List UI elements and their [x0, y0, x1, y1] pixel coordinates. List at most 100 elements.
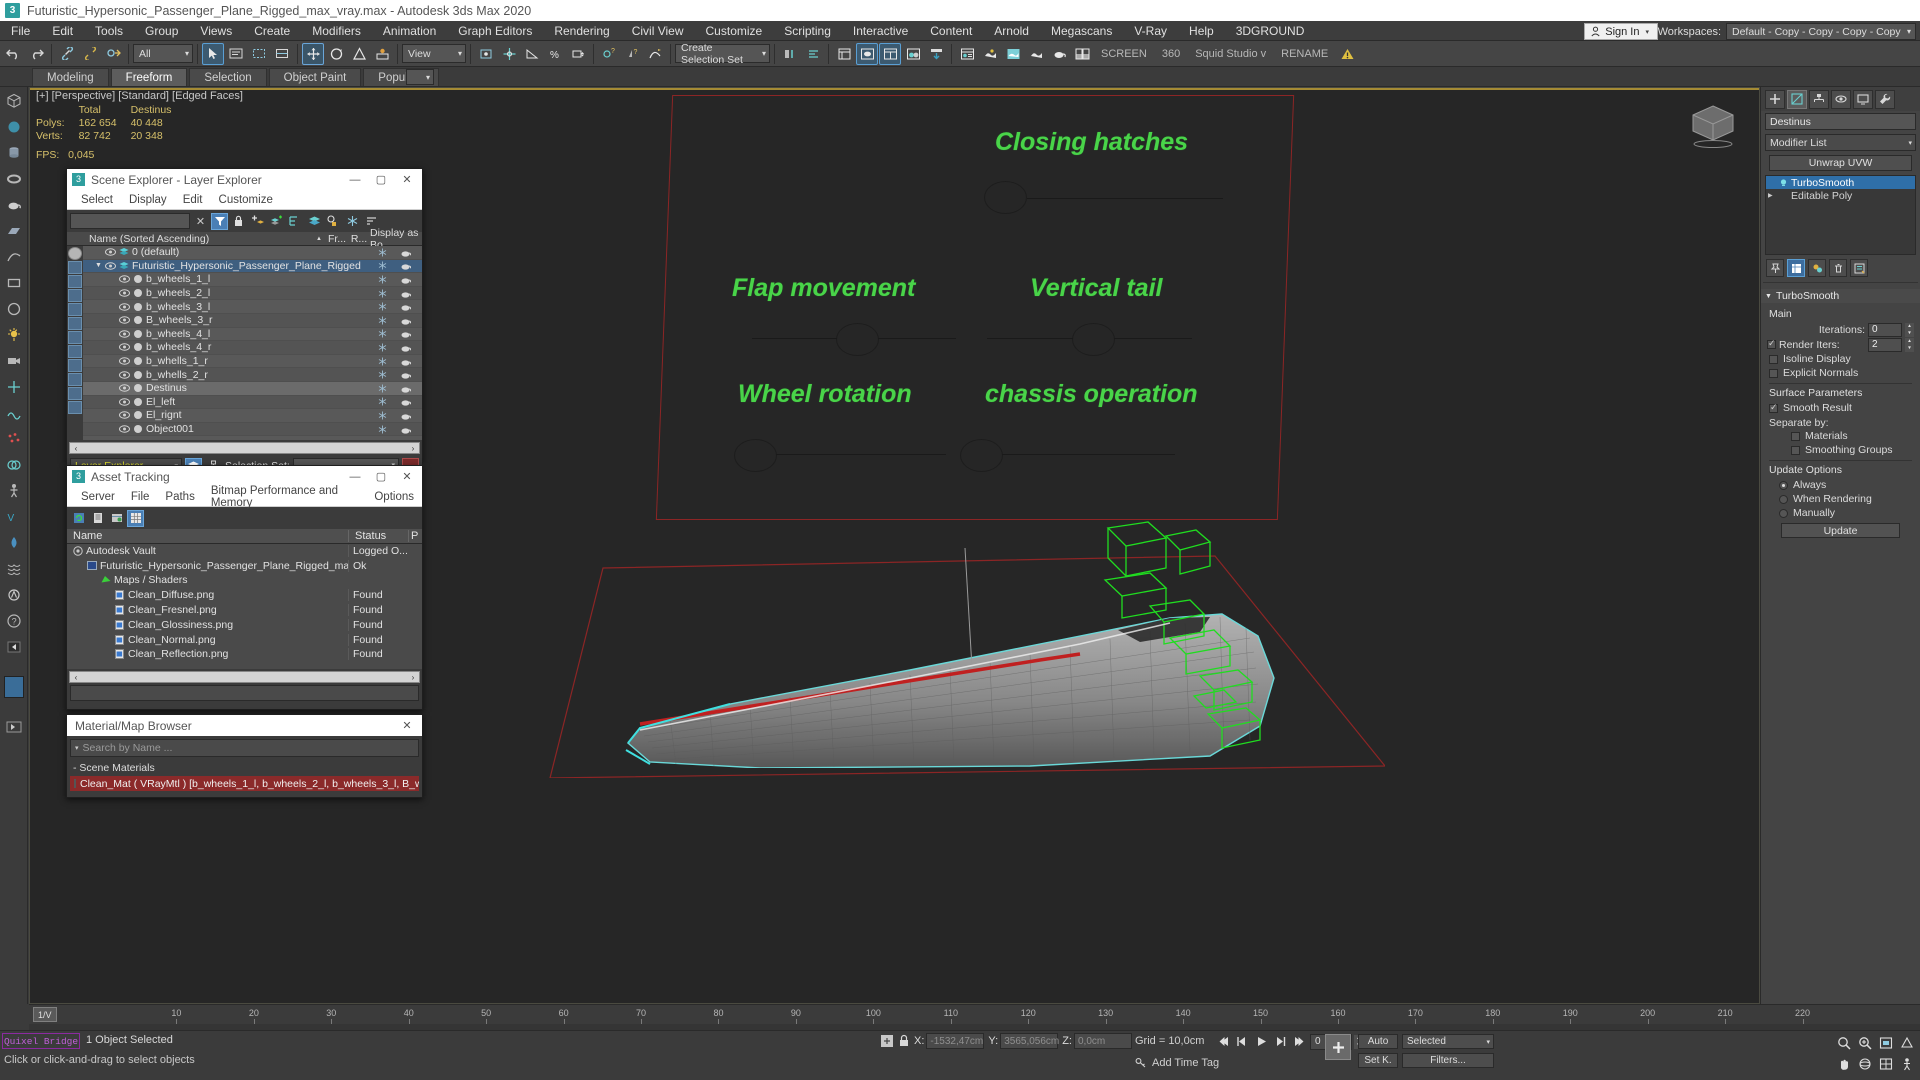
se-menu-edit[interactable]: Edit — [175, 194, 211, 206]
separate-materials-row[interactable]: Materials — [1767, 429, 1914, 443]
scene-explorer-rows[interactable]: 0 (default) ▼ Futuristic_Hypersonic_Passen… — [83, 246, 422, 437]
update-manually-row[interactable]: Manually — [1767, 506, 1914, 520]
menu-item-graph-editors[interactable]: Graph Editors — [447, 21, 543, 41]
create-line-icon[interactable] — [4, 247, 24, 267]
object-icon[interactable] — [132, 289, 143, 298]
list-view-icon[interactable] — [89, 510, 106, 527]
scene-explorer-row[interactable]: b_whells_1_r — [83, 355, 422, 369]
scene-explorer-row[interactable]: Destinus — [83, 381, 422, 396]
annotation-handle-5[interactable] — [960, 439, 1003, 472]
close-icon[interactable]: ✕ — [394, 170, 420, 190]
redo-icon[interactable] — [25, 43, 47, 65]
select-layer-children-icon[interactable] — [287, 213, 304, 230]
create-camera-icon[interactable] — [4, 351, 24, 371]
update-always-row[interactable]: Always — [1767, 478, 1914, 492]
renderable-cell[interactable] — [400, 329, 422, 338]
create-compound-icon[interactable] — [4, 455, 24, 475]
filter-particles-icon[interactable] — [68, 387, 82, 400]
add-selection-to-layer-icon[interactable] — [268, 213, 285, 230]
create-fabric-icon[interactable] — [4, 559, 24, 579]
key-icon[interactable] — [1135, 1057, 1147, 1069]
renderable-cell[interactable] — [400, 248, 422, 257]
minimize-icon[interactable]: — — [342, 170, 368, 190]
make-unique-icon[interactable] — [1808, 259, 1826, 277]
filter-helpers-icon[interactable] — [68, 303, 82, 316]
quixel-bridge-button[interactable]: Quixel Bridge — [2, 1033, 80, 1049]
scene-explorer-icon[interactable] — [856, 42, 878, 65]
set-key-toggle[interactable]: Set K. — [1358, 1053, 1398, 1068]
chevron-down-icon[interactable]: ▾ — [75, 744, 79, 752]
filter-xrefs-icon[interactable] — [68, 345, 82, 358]
update-manually-radio[interactable] — [1779, 508, 1788, 518]
frozen-cell[interactable] — [378, 261, 400, 270]
menu-item-group[interactable]: Group — [134, 21, 189, 41]
show-end-result-icon[interactable] — [1787, 259, 1805, 277]
modifier-stack-item-editable-poly[interactable]: ▶ Editable Poly — [1766, 189, 1915, 202]
renderable-cell[interactable] — [400, 357, 422, 366]
render-iters-row[interactable]: Render Iters: 2 ▴▾ — [1767, 337, 1914, 352]
renderable-cell[interactable] — [400, 411, 422, 420]
menu-item-animation[interactable]: Animation — [372, 21, 447, 41]
asset-tracking-toolbar[interactable] — [67, 507, 422, 529]
menu-item-tools[interactable]: Tools — [84, 21, 134, 41]
filter-geometry-icon[interactable] — [68, 247, 82, 260]
smoothing-groups-checkbox[interactable] — [1791, 445, 1800, 455]
se-menu-select[interactable]: Select — [73, 194, 121, 206]
renderable-cell[interactable] — [400, 384, 422, 393]
menu-item-file[interactable]: File — [0, 21, 41, 41]
render-activeshade-icon[interactable] — [1025, 43, 1047, 65]
visibility-icon[interactable] — [119, 343, 132, 352]
update-button[interactable]: Update — [1781, 523, 1900, 538]
se-menu-customize[interactable]: Customize — [211, 194, 281, 206]
create-helper-icon[interactable] — [4, 377, 24, 397]
frozen-cell[interactable] — [378, 384, 400, 393]
scene-explorer-hscrollbar[interactable]: ‹ › — [69, 442, 420, 454]
play-animation-icon[interactable] — [1253, 1033, 1270, 1050]
viewport-thumbnail[interactable] — [3, 676, 24, 698]
scroll-left-icon[interactable]: ‹ — [70, 444, 82, 453]
freeze-icon[interactable] — [344, 213, 361, 230]
next-frame-icon[interactable] — [1272, 1033, 1289, 1050]
iterations-spinner[interactable]: ▴ ▾ — [1905, 322, 1914, 337]
visibility-icon[interactable] — [119, 398, 132, 406]
visibility-icon[interactable] — [119, 370, 132, 379]
menu-item-rendering[interactable]: Rendering — [543, 21, 620, 41]
lock-icon[interactable] — [230, 213, 247, 230]
visibility-icon[interactable] — [119, 330, 132, 338]
renderable-cell[interactable] — [400, 397, 422, 406]
renderable-cell[interactable] — [400, 343, 422, 352]
asset-tracking-hscrollbar[interactable]: ‹ › — [69, 671, 420, 683]
asset-tracking-row[interactable]: Clean_Glossiness.png Found — [67, 617, 422, 633]
refresh-icon[interactable] — [70, 510, 87, 527]
maximize-icon[interactable]: ▢ — [368, 170, 394, 190]
scene-explorer-row[interactable]: b_whells_2_r — [83, 368, 422, 382]
layer-icon[interactable] — [118, 261, 129, 271]
modifier-stack[interactable]: TurboSmooth ▶ Editable Poly — [1765, 175, 1916, 255]
edit-named-selection-icon[interactable]: ? — [598, 43, 620, 65]
grid-view-icon[interactable] — [127, 509, 144, 527]
layer-explorer-icon[interactable] — [833, 43, 855, 65]
asset-tracking-menu[interactable]: Server File Paths Bitmap Performance and Me… — [67, 485, 422, 509]
modifier-stack-buttons[interactable] — [1761, 257, 1920, 279]
ribbon-tab-bar[interactable]: Modeling Freeform Selection Object Paint Pop… — [0, 67, 1920, 87]
scene-explorer-panel[interactable]: 3 Scene Explorer - Layer Explorer — ▢ ✕ … — [66, 168, 423, 476]
filter-bones-icon[interactable] — [68, 359, 82, 372]
menu-item-megascans[interactable]: Megascans — [1040, 21, 1123, 41]
update-when-rendering-radio[interactable] — [1779, 494, 1788, 504]
coord-x[interactable]: X: -1532,47cm — [914, 1033, 985, 1049]
frozen-cell[interactable] — [378, 370, 400, 379]
select-link-icon[interactable] — [56, 43, 78, 65]
collapse-rail-icon[interactable] — [4, 717, 24, 737]
ribbon-tab-freeform[interactable]: Freeform — [110, 68, 188, 86]
coord-x-input[interactable]: -1532,47cm — [926, 1033, 985, 1049]
scene-explorer-row[interactable]: 0 (default) — [83, 246, 422, 260]
create-particle-icon[interactable] — [4, 429, 24, 449]
configure-sets-icon[interactable] — [1850, 259, 1868, 277]
timeline-ruler[interactable]: 1/V 10 20 30 40 50 60 70 80 90 100 110 120 130 140 150… — [29, 1004, 1920, 1024]
create-cube-icon[interactable] — [4, 91, 24, 111]
window-controls[interactable]: — ▢ ✕ — [342, 467, 420, 487]
add-layer-icon[interactable] — [249, 213, 266, 230]
sign-in-button[interactable]: Sign In ▾ — [1584, 23, 1658, 40]
select-by-name-icon[interactable] — [225, 43, 247, 65]
renderable-cell[interactable] — [400, 302, 422, 311]
